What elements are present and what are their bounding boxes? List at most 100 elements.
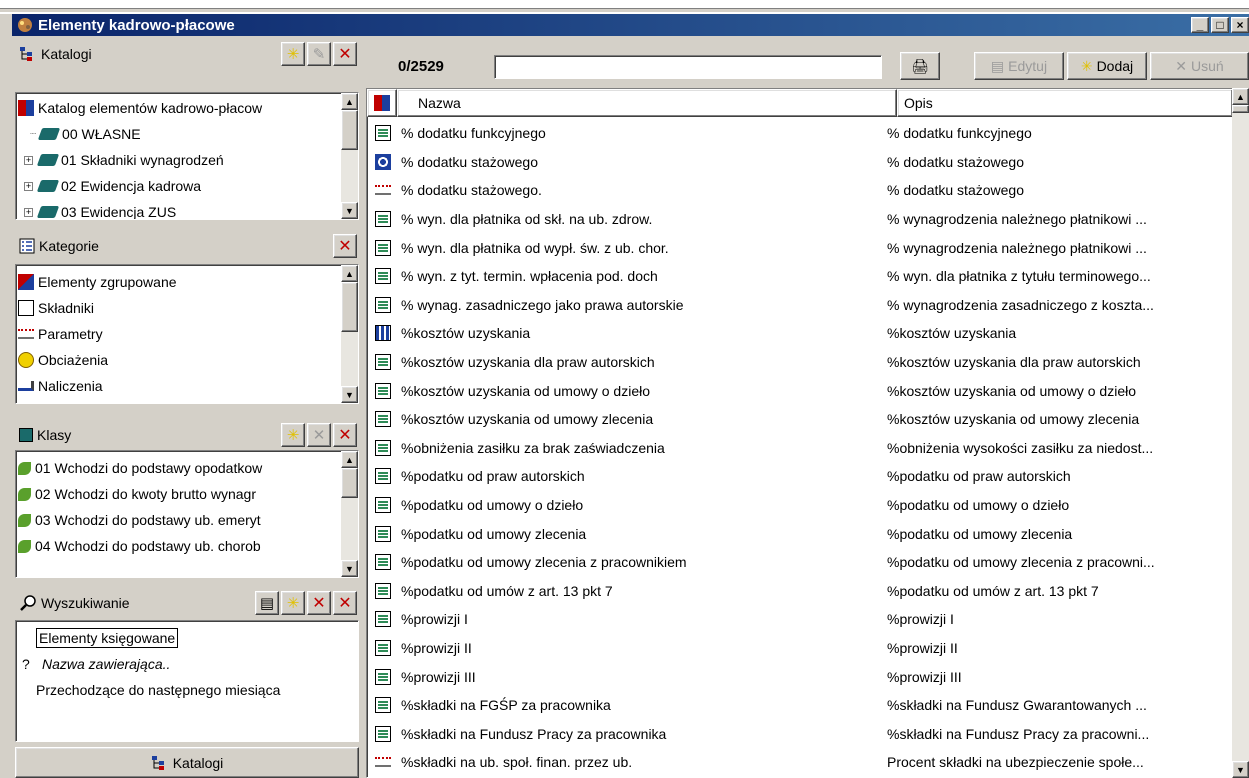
scroll-thumb[interactable] bbox=[1232, 105, 1249, 113]
table-row[interactable]: % wynag. zasadniczego jako prawa autorsk… bbox=[367, 291, 1233, 320]
table-row[interactable]: % dodatku stażowego. % dodatku stażowego bbox=[367, 176, 1233, 205]
document-icon bbox=[375, 582, 391, 599]
scroll-down-arrow[interactable]: ▼ bbox=[341, 560, 358, 577]
row-description: % wynagrodzenia należnego płatnikowi ... bbox=[887, 211, 1147, 228]
row-name-cell: %podatku od umowy o dzieło bbox=[367, 497, 887, 514]
column-header-desc[interactable]: Opis bbox=[897, 89, 1233, 117]
table-row[interactable]: %kosztów uzyskania dla praw autorskich %k… bbox=[367, 348, 1233, 377]
row-description: %podatku od praw autorskich bbox=[887, 468, 1071, 485]
table-row[interactable]: %kosztów uzyskania %kosztów uzyskania bbox=[367, 319, 1233, 348]
scroll-thumb[interactable] bbox=[341, 110, 358, 150]
cross-icon: ✕ bbox=[312, 427, 326, 444]
table-row[interactable]: % wyn. dla płatnika od skł. na ub. zdrow… bbox=[367, 205, 1233, 234]
add-catalog-button[interactable]: ✳ bbox=[281, 42, 305, 66]
table-row[interactable]: %podatku od umowy zlecenia %podatku od um… bbox=[367, 519, 1233, 548]
search-list[interactable]: Elementy księgowane ? Nazwa zawierająca.… bbox=[15, 620, 359, 742]
add-class-button[interactable]: ✳ bbox=[281, 423, 305, 447]
table-row[interactable]: %kosztów uzyskania od umowy o dzieło %kos… bbox=[367, 376, 1233, 405]
print-button[interactable]: 🖨 bbox=[900, 52, 940, 80]
table-row[interactable]: %prowizji II %prowizji II bbox=[367, 634, 1233, 663]
tree-item-root[interactable]: Katalog elementów kadrowo-płacow bbox=[16, 95, 358, 121]
tree-item-01[interactable]: + 01 Składniki wynagrodzeń bbox=[16, 147, 358, 173]
minimize-button[interactable]: _ bbox=[1191, 17, 1209, 33]
remove-class-button[interactable]: ✕ bbox=[307, 423, 331, 447]
pencil-icon: ✎ bbox=[312, 46, 326, 63]
row-name: %składki na Fundusz Pracy za pracownika bbox=[401, 725, 667, 742]
table-row[interactable]: %kosztów uzyskania od umowy zlecenia %kos… bbox=[367, 405, 1233, 434]
table-row[interactable]: % dodatku stażowego % dodatku stażowego bbox=[367, 148, 1233, 177]
table-row[interactable]: % dodatku funkcyjnego % dodatku funkcyjne… bbox=[367, 119, 1233, 148]
catalogs-tree[interactable]: Katalog elementów kadrowo-płacow ┈ 00 WŁ… bbox=[15, 92, 359, 220]
category-item-accruals[interactable]: Naliczenia bbox=[16, 373, 358, 399]
class-item[interactable]: 03 Wchodzi do podstawy ub. emeryt bbox=[16, 507, 358, 533]
catalogs-footer-button[interactable]: Katalogi bbox=[15, 747, 359, 778]
expand-icon[interactable]: + bbox=[24, 155, 33, 165]
search-item-name-contains[interactable]: ? Nazwa zawierająca.. bbox=[22, 651, 358, 677]
expand-icon[interactable]: + bbox=[24, 207, 33, 217]
category-item-parameters[interactable]: Parametry bbox=[16, 321, 358, 347]
row-name-cell: %kosztów uzyskania od umowy zlecenia bbox=[367, 411, 887, 428]
tree-item-00[interactable]: ┈ 00 WŁASNE bbox=[16, 121, 358, 147]
delete-button[interactable]: ✕ Usuń bbox=[1150, 52, 1249, 80]
catalogs-header: Katalogi ✳ ✎ ✕ bbox=[15, 40, 359, 68]
table-row[interactable]: %prowizji III %prowizji III bbox=[367, 662, 1233, 691]
tree-item-02[interactable]: + 02 Ewidencja kadrowa bbox=[16, 173, 358, 199]
classes-list[interactable]: 01 Wchodzi do podstawy opodatkow 02 Wcho… bbox=[15, 450, 359, 578]
scroll-thumb[interactable] bbox=[341, 468, 358, 498]
classes-scrollbar[interactable]: ▲ ▼ bbox=[341, 451, 358, 577]
table-row[interactable]: %podatku od umów z art. 13 pkt 7 %podatku… bbox=[367, 577, 1233, 606]
close-search-button[interactable]: ✕ bbox=[333, 591, 357, 615]
categories-scrollbar[interactable]: ▲ ▼ bbox=[341, 265, 358, 403]
categories-label: Kategorie bbox=[39, 238, 99, 254]
scroll-up-arrow[interactable]: ▲ bbox=[341, 93, 358, 110]
search-item-booked[interactable]: Elementy księgowane bbox=[36, 625, 358, 651]
maximize-button[interactable]: □ bbox=[1211, 17, 1229, 33]
table-row[interactable]: %prowizji I %prowizji I bbox=[367, 605, 1233, 634]
class-item[interactable]: 04 Wchodzi do podstawy ub. chorob bbox=[16, 533, 358, 559]
table-row[interactable]: %podatku od umowy o dzieło %podatku od um… bbox=[367, 491, 1233, 520]
table-row[interactable]: %składki na FGŚP za pracownika %składki n… bbox=[367, 691, 1233, 720]
table-row[interactable]: % wyn. z tyt. termin. wpłacenia pod. doc… bbox=[367, 262, 1233, 291]
class-item[interactable]: 02 Wchodzi do kwoty brutto wynagr bbox=[16, 481, 358, 507]
expand-icon[interactable]: + bbox=[24, 181, 33, 191]
table-row[interactable]: %składki na ub. społ. finan. przez ub. Pr… bbox=[367, 748, 1233, 777]
delete-search-button[interactable]: ✕ bbox=[307, 591, 331, 615]
star-icon: ✳ bbox=[286, 46, 300, 63]
close-categories-button[interactable]: ✕ bbox=[333, 234, 357, 258]
table-row[interactable]: %obniżenia zasiłku za brak zaświadczenia… bbox=[367, 434, 1233, 463]
table-row[interactable]: %podatku od praw autorskich %podatku od p… bbox=[367, 462, 1233, 491]
column-icon-header[interactable] bbox=[367, 89, 397, 117]
table-row[interactable]: %podatku od umowy zlecenia z pracownikie… bbox=[367, 548, 1233, 577]
scroll-down-arrow[interactable]: ▼ bbox=[1232, 761, 1249, 778]
search-item-next-month[interactable]: Przechodzące do następnego miesiąca bbox=[36, 677, 358, 703]
category-item-charges[interactable]: Obciażenia bbox=[16, 347, 358, 373]
categories-list[interactable]: Elementy zgrupowane Składniki Parametry … bbox=[15, 264, 359, 404]
edit-button[interactable]: ▤ Edytuj bbox=[974, 52, 1064, 80]
close-classes-button[interactable]: ✕ bbox=[333, 423, 357, 447]
table-header: Nazwa Opis bbox=[367, 89, 1233, 117]
scroll-thumb[interactable] bbox=[341, 282, 358, 332]
tree-item-03[interactable]: + 03 Ewidencja ZUS bbox=[16, 199, 358, 219]
filter-input[interactable] bbox=[494, 55, 882, 79]
column-header-name[interactable]: Nazwa bbox=[397, 89, 897, 117]
table-row[interactable]: % wyn. dla płatnika od wypł. św. z ub. c… bbox=[367, 233, 1233, 262]
catalogs-scrollbar[interactable]: ▲ ▼ bbox=[341, 93, 358, 219]
table-row[interactable]: %składki na Fundusz Pracy za pracownika%… bbox=[367, 719, 1233, 748]
scroll-down-arrow[interactable]: ▼ bbox=[341, 202, 358, 219]
edit-catalog-button[interactable]: ✎ bbox=[307, 42, 331, 66]
search-properties-button[interactable]: ▤ bbox=[255, 591, 279, 615]
scroll-down-arrow[interactable]: ▼ bbox=[341, 386, 358, 403]
category-item-components[interactable]: Składniki bbox=[16, 295, 358, 321]
close-button[interactable]: × bbox=[1231, 17, 1249, 33]
add-search-button[interactable]: ✳ bbox=[281, 591, 305, 615]
scroll-up-arrow[interactable]: ▲ bbox=[341, 265, 358, 282]
leaf-icon bbox=[18, 513, 31, 527]
add-button[interactable]: ✳ Dodaj bbox=[1067, 52, 1147, 80]
delete-catalog-button[interactable]: ✕ bbox=[333, 42, 357, 66]
category-item-grouped[interactable]: Elementy zgrupowane bbox=[16, 269, 358, 295]
class-item[interactable]: 01 Wchodzi do podstawy opodatkow bbox=[16, 455, 358, 481]
table-scrollbar[interactable]: ▲ ▼ bbox=[1232, 88, 1249, 778]
scroll-up-arrow[interactable]: ▲ bbox=[1232, 88, 1249, 105]
scroll-up-arrow[interactable]: ▲ bbox=[341, 451, 358, 468]
elements-table[interactable]: Nazwa Opis % dodatku funkcyjnego% dodatk… bbox=[366, 88, 1249, 778]
